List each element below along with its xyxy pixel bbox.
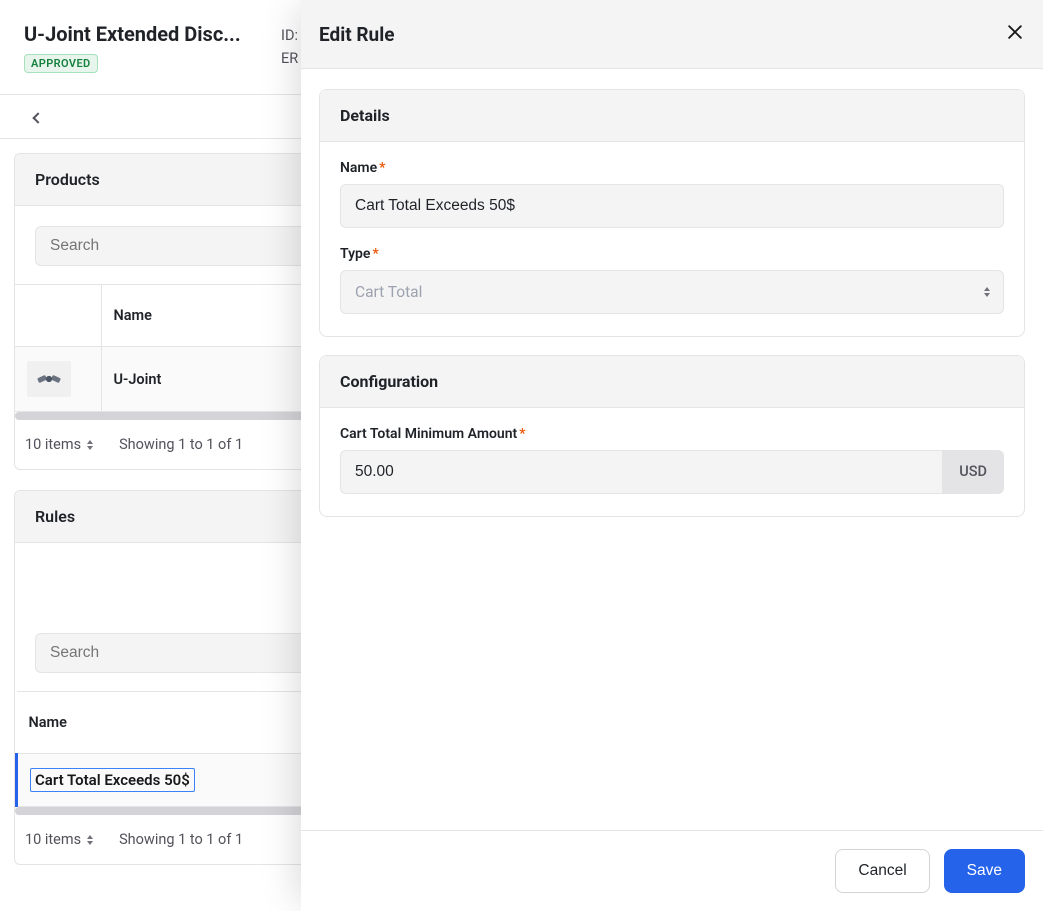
- chevron-updown-icon: [984, 287, 990, 297]
- status-badge: APPROVED: [24, 54, 98, 73]
- products-page-size[interactable]: 10 items: [25, 436, 93, 453]
- edit-rule-drawer: Edit Rule Details Name* Type*: [301, 0, 1043, 911]
- meta-id-label: ID:: [281, 24, 298, 47]
- page-title: U-Joint Extended Disc...: [24, 22, 241, 46]
- sort-caret-icon: [87, 440, 93, 450]
- close-button[interactable]: [1005, 22, 1025, 46]
- min-amount-label: Cart Total Minimum Amount*: [340, 426, 1004, 442]
- close-icon: [1005, 22, 1025, 42]
- drawer-title: Edit Rule: [319, 23, 395, 46]
- min-amount-input[interactable]: [340, 450, 943, 494]
- rule-name-input[interactable]: [340, 184, 1004, 228]
- configuration-card: Configuration Cart Total Minimum Amount*…: [319, 355, 1025, 517]
- rule-type-select[interactable]: Cart Total: [340, 270, 1004, 314]
- cancel-button[interactable]: Cancel: [835, 849, 929, 893]
- sort-caret-icon: [87, 835, 93, 845]
- chevron-left-icon: [32, 113, 43, 124]
- currency-addon: USD: [943, 450, 1004, 494]
- save-button[interactable]: Save: [944, 849, 1025, 893]
- details-card: Details Name* Type* Cart Total: [319, 89, 1025, 337]
- type-label: Type*: [340, 246, 1004, 262]
- details-heading: Details: [320, 90, 1024, 142]
- page-title-cell: U-Joint Extended Disc... APPROVED: [0, 0, 265, 94]
- products-showing: Showing 1 to 1 of 1: [119, 436, 243, 453]
- rule-name-link[interactable]: Cart Total Exceeds 50$: [30, 768, 195, 792]
- meta-erp-label: ER: [281, 47, 298, 70]
- u-joint-icon: [34, 367, 64, 391]
- configuration-heading: Configuration: [320, 356, 1024, 408]
- rules-page-size[interactable]: 10 items: [25, 831, 93, 848]
- product-thumbnail: [27, 361, 71, 397]
- name-label: Name*: [340, 160, 1004, 176]
- rules-showing: Showing 1 to 1 of 1: [119, 831, 243, 848]
